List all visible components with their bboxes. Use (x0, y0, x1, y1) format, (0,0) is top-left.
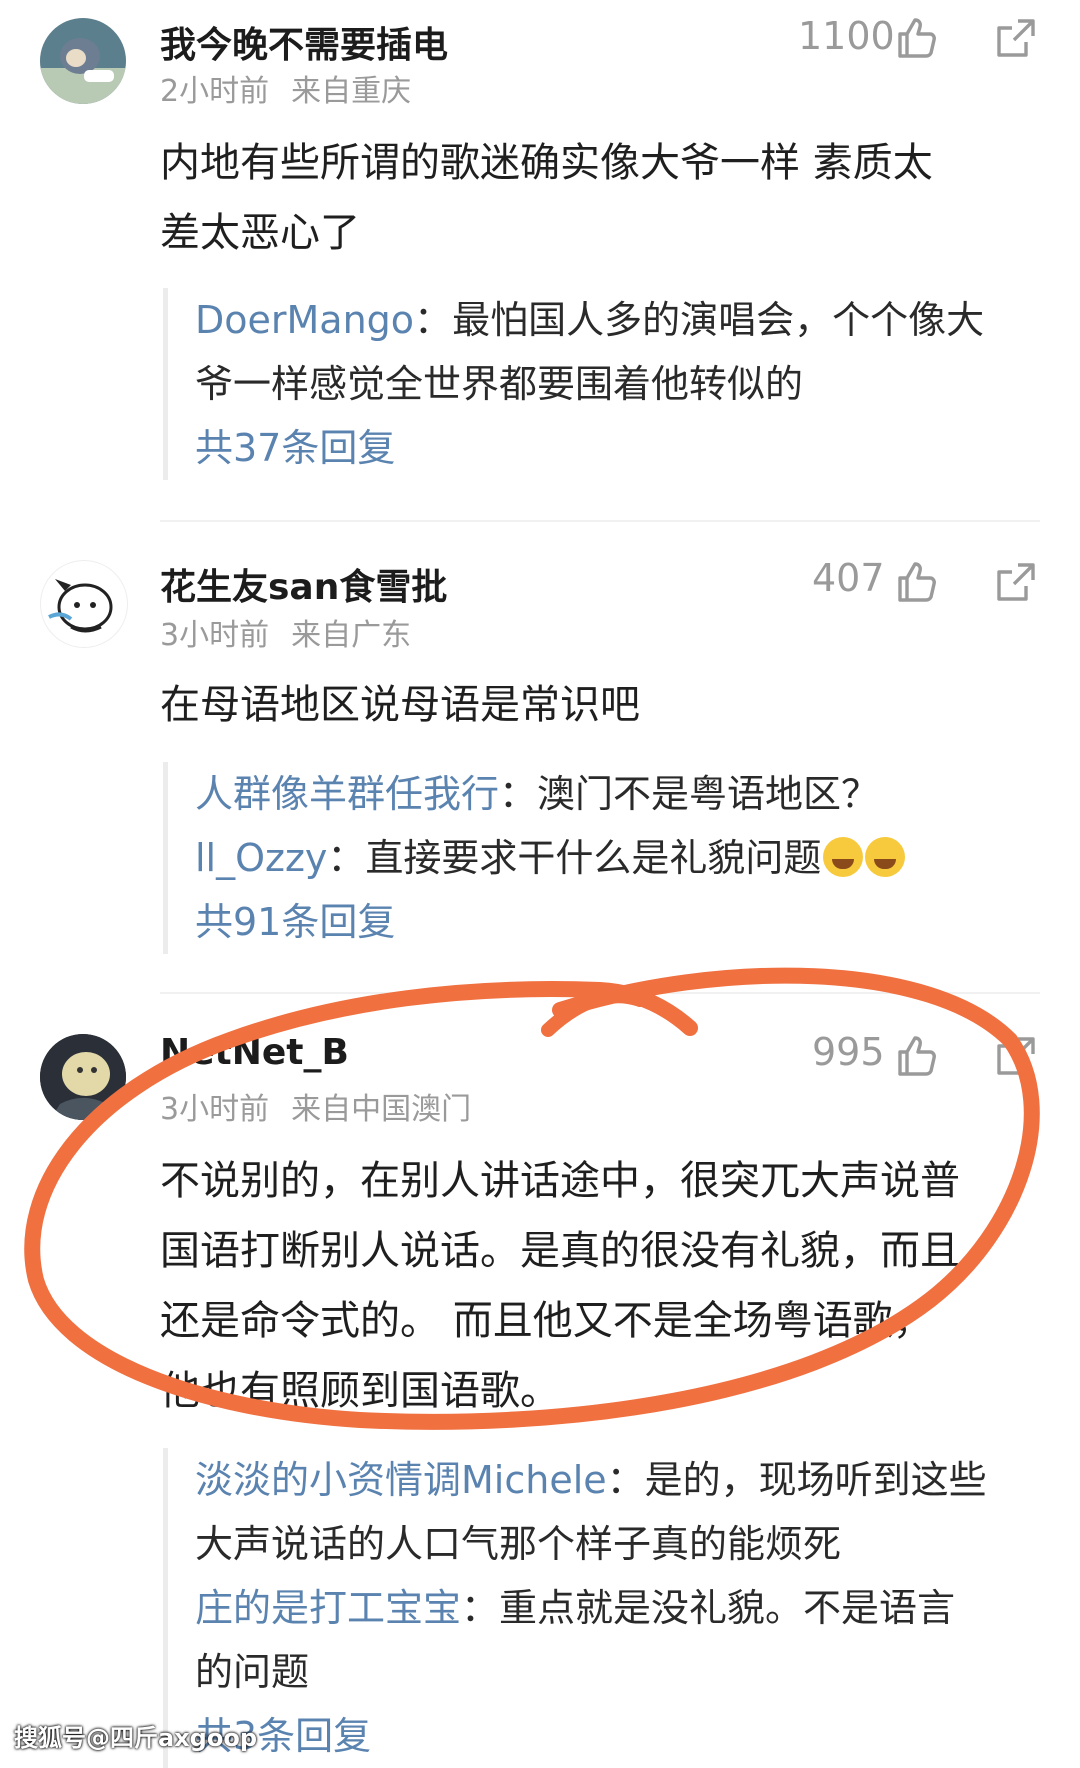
thumbs-up-icon[interactable] (894, 560, 938, 604)
reply-thread: 淡淡的小资情调Michele：是的，现场听到这些 大声说话的人口气那个样子真的能烦… (163, 1448, 1075, 1768)
reply-text: 直接要求干什么是礼貌问题 (365, 836, 822, 880)
username[interactable]: 花生友san食雪批 (160, 558, 447, 610)
reply-separator: ： (327, 836, 366, 880)
comment-text: 内地有些所谓的歌迷确实像大爷一样 素质太 差太恶心了 (160, 128, 1040, 268)
reply-text: 澳门不是粤语地区？ (537, 772, 880, 816)
reply-text: 重点就是没礼貌。不是语言 (499, 1586, 956, 1630)
view-replies-link[interactable]: 共91条回复 (195, 890, 1075, 954)
avatar-image (40, 18, 126, 104)
comment-text-line: 在母语地区说母语是常识吧 (160, 682, 640, 728)
timestamp: 2小时前 (160, 74, 270, 109)
reply-separator: ： (606, 1458, 645, 1502)
like-count: 407 (812, 556, 885, 600)
thumbs-up-icon[interactable] (894, 1034, 938, 1078)
comment-text-line: 内地有些所谓的歌迷确实像大爷一样 素质太 (160, 140, 933, 186)
share-icon[interactable] (994, 560, 1038, 604)
comment-meta: 3小时前 来自中国澳门 (160, 1084, 471, 1128)
comment-text-line: 还是命令式的。 而且他又不是全场粤语歌， (160, 1298, 933, 1344)
comment-text-line: 差太恶心了 (160, 210, 360, 256)
avatar[interactable] (40, 560, 128, 648)
divider (160, 520, 1040, 522)
reply-text: 爷一样感觉全世界都要围着他转似的 (195, 362, 804, 406)
view-replies-link[interactable]: 共3条回复 (195, 1704, 1075, 1768)
avatar-image (48, 579, 113, 633)
reply[interactable]: 淡淡的小资情调Michele：是的，现场听到这些大声说话的人口气那个样子真的能烦… (195, 1448, 1075, 1576)
laughing-emoji-icon (823, 837, 864, 877)
comment-text-line: 不说别的，在别人讲话途中，很突兀大声说普 (160, 1158, 960, 1204)
divider (160, 992, 1040, 994)
comment-meta: 2小时前 来自重庆 (160, 66, 411, 110)
comment-text-line: 他也有照顾到国语歌。 (160, 1368, 560, 1414)
username[interactable]: NetNet_B (160, 1032, 349, 1073)
reply-thread: DoerMango：最怕国人多的演唱会，个个像大爷一样感觉全世界都要围着他转似的… (163, 288, 1075, 480)
location: 来自广东 (291, 618, 412, 653)
watermark: 搜狐号@四斤axgoop (14, 1724, 258, 1752)
reply[interactable]: DoerMango：最怕国人多的演唱会，个个像大爷一样感觉全世界都要围着他转似的 (195, 288, 1075, 416)
timestamp: 3小时前 (160, 618, 270, 653)
reply-author[interactable]: 庄的是打工宝宝 (195, 1586, 461, 1630)
comment-text: 不说别的，在别人讲话途中，很突兀大声说普 国语打断别人说话。是真的很没有礼貌，而… (160, 1146, 1040, 1426)
thumbs-up-icon[interactable] (894, 16, 938, 60)
comment-text: 在母语地区说母语是常识吧 (160, 670, 1040, 740)
reply-separator: ： (461, 1586, 500, 1630)
location: 来自中国澳门 (291, 1092, 472, 1127)
reply-author[interactable]: DoerMango (195, 298, 414, 342)
share-icon[interactable] (994, 1034, 1038, 1078)
like-count: 1100 (798, 14, 895, 58)
avatar[interactable] (40, 18, 126, 104)
comment-text-line: 国语打断别人说话。是真的很没有礼貌，而且 (160, 1228, 960, 1274)
username[interactable]: 我今晚不需要插电 (160, 16, 448, 68)
reply-author[interactable]: 淡淡的小资情调Michele (195, 1458, 607, 1502)
reply-separator: ： (499, 772, 538, 816)
reply-text: 最怕国人多的演唱会，个个像大 (452, 298, 985, 342)
reply[interactable]: 人群像羊群任我行：澳门不是粤语地区？ (195, 762, 1075, 826)
view-replies-link[interactable]: 共37条回复 (195, 416, 1075, 480)
timestamp: 3小时前 (160, 1092, 270, 1127)
reply-thread: 人群像羊群任我行：澳门不是粤语地区？ ll_Ozzy：直接要求干什么是礼貌问题 … (163, 762, 1075, 954)
reply[interactable]: ll_Ozzy：直接要求干什么是礼貌问题 (195, 826, 1075, 890)
reply-text: 大声说话的人口气那个样子真的能烦死 (195, 1522, 842, 1566)
crying-laughing-emoji-icon (865, 837, 906, 877)
reply-text: 的问题 (195, 1650, 310, 1694)
reply[interactable]: 庄的是打工宝宝：重点就是没礼貌。不是语言的问题 (195, 1576, 1075, 1704)
location: 来自重庆 (291, 74, 412, 109)
reply-author[interactable]: 人群像羊群任我行 (195, 772, 499, 816)
reply-separator: ： (414, 298, 453, 342)
comment-meta: 3小时前 来自广东 (160, 610, 411, 654)
share-icon[interactable] (994, 16, 1038, 60)
reply-author[interactable]: ll_Ozzy (195, 836, 327, 880)
avatar-image (40, 1034, 126, 1120)
like-count: 995 (812, 1030, 885, 1074)
reply-text: 是的，现场听到这些 (644, 1458, 987, 1502)
avatar[interactable] (40, 1034, 126, 1120)
